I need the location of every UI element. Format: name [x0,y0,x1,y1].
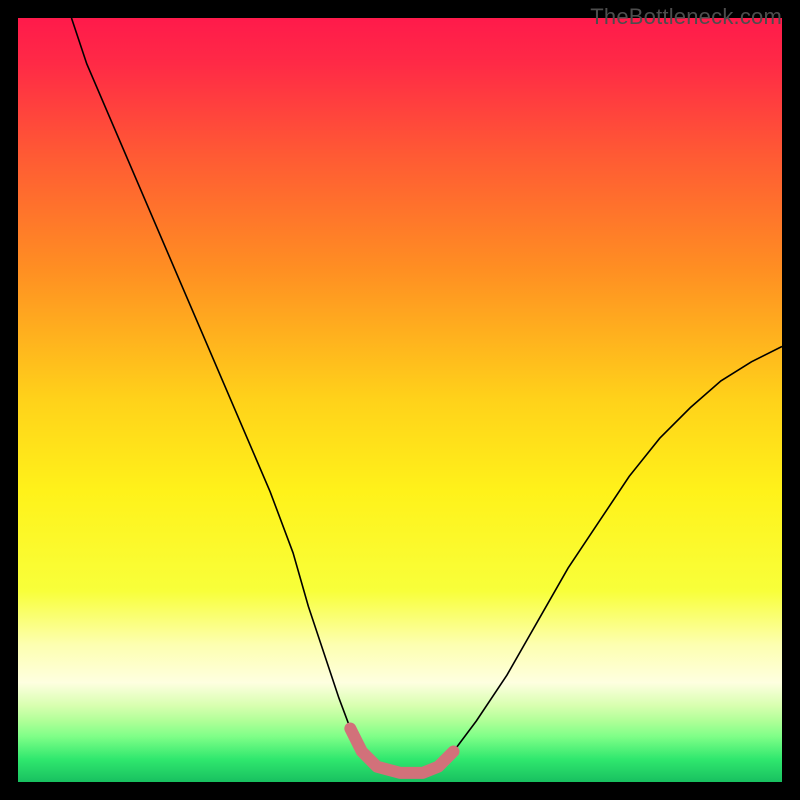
chart-svg [18,18,782,782]
watermark-text: TheBottleneck.com [590,4,782,30]
gradient-background [18,18,782,782]
chart-frame: TheBottleneck.com [0,0,800,800]
plot-area [18,18,782,782]
